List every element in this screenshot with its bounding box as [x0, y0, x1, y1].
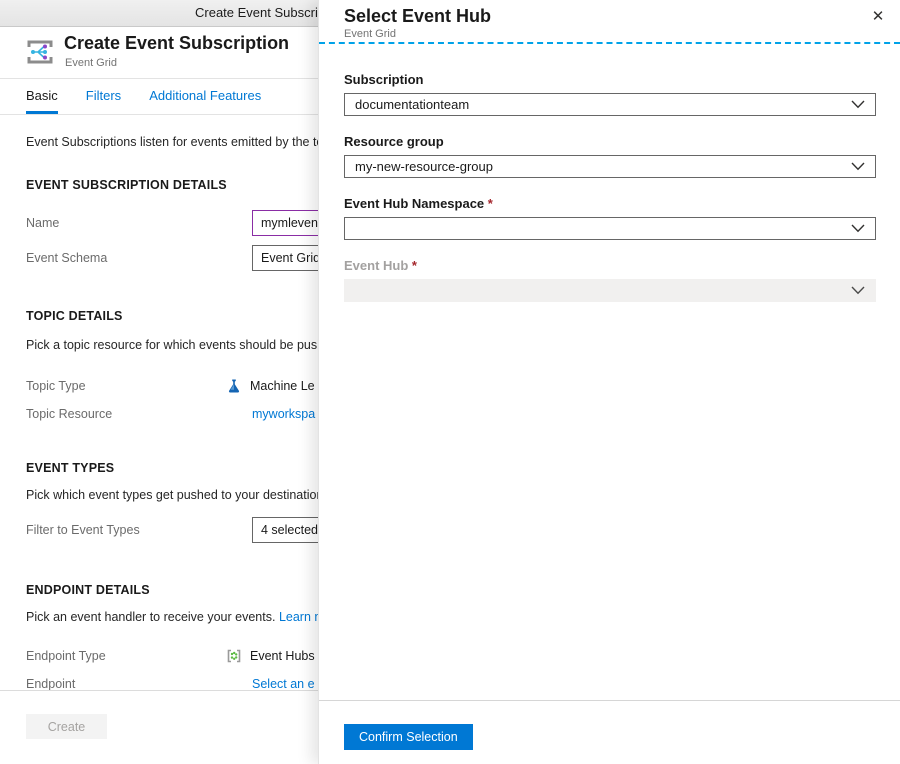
- event-hub-namespace-field-group: Event Hub Namespace *: [344, 196, 876, 240]
- chevron-down-icon: [851, 159, 865, 174]
- machine-learning-icon: [226, 378, 242, 394]
- subscription-value: documentationteam: [355, 97, 469, 112]
- resource-group-field-group: Resource group my-new-resource-group: [344, 134, 876, 178]
- resource-group-value: my-new-resource-group: [355, 159, 493, 174]
- event-hub-namespace-label: Event Hub Namespace *: [344, 196, 876, 211]
- endpoint-label: Endpoint: [26, 677, 252, 691]
- subscription-select[interactable]: documentationteam: [344, 93, 876, 116]
- endpoint-type-label: Endpoint Type: [26, 649, 226, 663]
- event-hub-field-group: Event Hub *: [344, 258, 876, 302]
- subscription-field-group: Subscription documentationteam: [344, 72, 876, 116]
- required-asterisk: *: [488, 196, 493, 211]
- tab-additional-features[interactable]: Additional Features: [149, 79, 261, 114]
- event-hub-label: Event Hub *: [344, 258, 876, 273]
- event-hub-select: [344, 279, 876, 302]
- event-schema-label: Event Schema: [26, 251, 252, 265]
- filter-event-types-label: Filter to Event Types: [26, 523, 252, 537]
- topic-resource-link[interactable]: myworkspa: [252, 407, 315, 421]
- endpoint-details-description-text: Pick an event handler to receive your ev…: [26, 610, 275, 624]
- subscription-label: Subscription: [344, 72, 876, 87]
- page-subtitle: Event Grid: [65, 57, 117, 69]
- event-hub-namespace-label-text: Event Hub Namespace: [344, 196, 484, 211]
- event-hubs-icon: [226, 648, 242, 664]
- tab-basic[interactable]: Basic: [26, 79, 58, 114]
- chevron-down-icon: [851, 97, 865, 112]
- panel-title: Select Event Hub: [344, 6, 491, 27]
- event-hub-namespace-select[interactable]: [344, 217, 876, 240]
- event-hub-label-text: Event Hub: [344, 258, 408, 273]
- topic-type-value: Machine Le: [250, 379, 315, 393]
- create-button[interactable]: Create: [26, 714, 107, 739]
- endpoint-type-value: Event Hubs: [250, 649, 315, 663]
- page-title: Create Event Subscription: [64, 33, 289, 54]
- select-event-hub-panel: Select Event Hub Event Grid ✕ Subscripti…: [318, 0, 900, 764]
- right-panel-footer: Confirm Selection: [319, 700, 900, 764]
- browser-tab-title: Create Event Subscrip: [195, 0, 325, 26]
- panel-subtitle: Event Grid: [344, 28, 396, 40]
- chevron-down-icon: [851, 221, 865, 236]
- event-grid-icon: [24, 36, 56, 73]
- endpoint-select-link[interactable]: Select an e: [252, 677, 315, 691]
- chevron-down-icon: [851, 283, 865, 298]
- required-asterisk: *: [412, 258, 417, 273]
- close-icon[interactable]: ✕: [867, 6, 889, 28]
- topic-resource-label: Topic Resource: [26, 407, 252, 421]
- resource-group-select[interactable]: my-new-resource-group: [344, 155, 876, 178]
- name-label: Name: [26, 216, 252, 230]
- confirm-selection-button[interactable]: Confirm Selection: [344, 724, 473, 750]
- tab-filters[interactable]: Filters: [86, 79, 121, 114]
- topic-type-label: Topic Type: [26, 379, 226, 393]
- right-panel-form: Subscription documentationteam Resource …: [319, 44, 900, 302]
- resource-group-label: Resource group: [344, 134, 876, 149]
- right-panel-header: Select Event Hub Event Grid ✕: [319, 0, 900, 44]
